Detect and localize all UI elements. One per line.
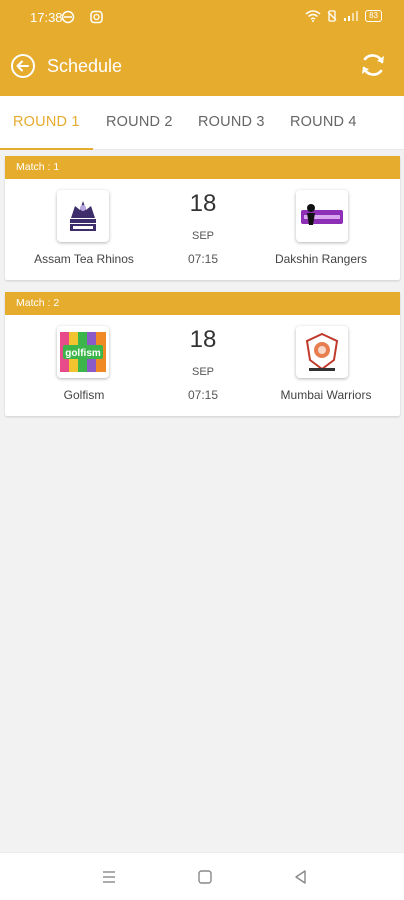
back-nav-icon[interactable] — [291, 867, 311, 887]
tab-round-3[interactable]: ROUND 3 — [198, 114, 265, 130]
round-tabs: ROUND 1 ROUND 2 ROUND 3 ROUND 4 — [0, 96, 404, 150]
signal-icon — [344, 11, 359, 21]
menu-icon[interactable] — [99, 867, 119, 887]
vibrate-icon — [327, 10, 337, 22]
tab-round-1[interactable]: ROUND 1 — [13, 114, 80, 130]
rangers-logo — [296, 190, 348, 242]
warriors-logo — [296, 326, 348, 378]
match-header: Match : 2 — [5, 292, 400, 315]
wifi-icon — [305, 10, 321, 22]
match-time: 07:15 — [187, 252, 219, 266]
golfism-logo: golfism — [57, 326, 109, 378]
match-time: 07:15 — [187, 388, 219, 402]
tab-round-2[interactable]: ROUND 2 — [106, 114, 173, 130]
match-card[interactable]: Match : 1 Assam Tea Rhinos 18 SEP 07:15 … — [5, 156, 400, 280]
home-icon[interactable] — [195, 867, 215, 887]
warriors-emblem-icon — [305, 332, 339, 371]
match-header: Match : 1 — [5, 156, 400, 179]
app-bar: 17:38 83 Schedule — [0, 0, 404, 96]
golfism-logo-text: golfism — [65, 348, 101, 359]
team-name: Mumbai Warriors — [280, 388, 372, 402]
page-title: Schedule — [47, 56, 123, 76]
golfism-emblem-icon: golfism — [60, 332, 106, 372]
rhinos-emblem-icon — [70, 201, 96, 231]
tab-indicator — [0, 148, 93, 150]
battery-icon: 83 — [365, 10, 382, 22]
rhinos-logo — [57, 190, 109, 242]
match-day: 18 — [189, 190, 217, 217]
team-name: Golfism — [63, 388, 105, 402]
team-name: Assam Tea Rhinos — [34, 252, 134, 266]
tab-round-4[interactable]: ROUND 4 — [290, 114, 357, 130]
rangers-emblem-icon — [301, 204, 343, 225]
team-name: Dakshin Rangers — [274, 252, 368, 266]
match-month: SEP — [191, 366, 214, 378]
toolbar: Schedule — [0, 44, 404, 90]
refresh-icon[interactable] — [358, 50, 388, 80]
match-card[interactable]: Match : 2 golfism Golfism 18 SEP 07:15 M… — [5, 292, 400, 416]
status-right: 83 — [305, 10, 382, 22]
status-bar: 17:38 83 — [0, 0, 404, 36]
status-time: 17:38 — [30, 10, 63, 25]
back-icon[interactable] — [10, 53, 36, 79]
system-nav-bar — [0, 852, 404, 900]
notification-icons — [61, 10, 103, 24]
match-month: SEP — [191, 230, 214, 242]
match-day: 18 — [189, 326, 217, 353]
